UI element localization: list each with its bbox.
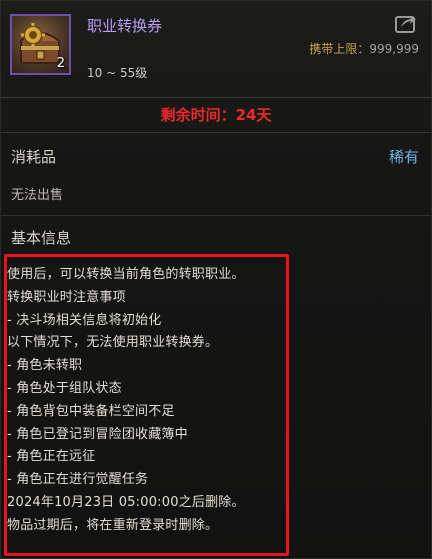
- description-line: - 角色正在远征: [7, 449, 96, 465]
- item-name: 职业转换券: [87, 17, 163, 35]
- description-line: 使用后，可以转换当前角色的转职职业。: [7, 267, 245, 282]
- tooltip-header: 2 职业转换券 携带上限：999,999 10 ~ 55级: [1, 1, 431, 93]
- remaining-time: 剩余时间：24天: [160, 106, 272, 124]
- carry-limit-value: 999,999: [369, 42, 419, 56]
- description-line: 物品过期后，将在重新登录时删除。: [7, 517, 219, 533]
- description-line: - 角色正在进行觉醒任务: [7, 472, 149, 488]
- description-line: - 角色已登记到冒险团收藏簿中: [7, 426, 188, 442]
- trade-status: 无法出售: [11, 188, 64, 203]
- share-arrow-icon[interactable]: [395, 13, 417, 33]
- description-line: 2024年10月23日 05:00:00之后删除。: [7, 494, 245, 510]
- carry-limit-label: 携带上限：: [309, 42, 370, 56]
- description-line: - 角色背包中装备栏空间不足: [7, 403, 175, 419]
- description-line: - 角色处于组队状态: [7, 380, 122, 396]
- carry-limit: 携带上限：999,999: [309, 40, 419, 57]
- time-divider: [1, 132, 431, 133]
- item-tooltip: 2 职业转换券 携带上限：999,999 10 ~ 55级 剩余时间：24天 消…: [0, 0, 432, 559]
- level-range: 10 ~ 55级: [87, 66, 148, 80]
- description-line: - 决斗场相关信息将初始化: [7, 312, 162, 328]
- header-divider: [1, 97, 431, 98]
- description-line: 转换职业时注意事项: [7, 289, 126, 305]
- description-text: 使用后，可以转换当前角色的转职职业。 转换职业时注意事项 - 决斗场相关信息将初…: [7, 264, 283, 538]
- stack-count: 2: [56, 56, 65, 71]
- description-line: 以下情况下，无法使用职业转换券。: [7, 335, 219, 351]
- description-line: - 角色未转职: [7, 358, 83, 374]
- item-icon-slot[interactable]: 2: [10, 14, 71, 75]
- basic-info-title: 基本信息: [11, 229, 72, 247]
- item-category: 消耗品: [11, 148, 57, 166]
- section-divider: [1, 215, 431, 216]
- item-rarity: 稀有: [388, 148, 419, 166]
